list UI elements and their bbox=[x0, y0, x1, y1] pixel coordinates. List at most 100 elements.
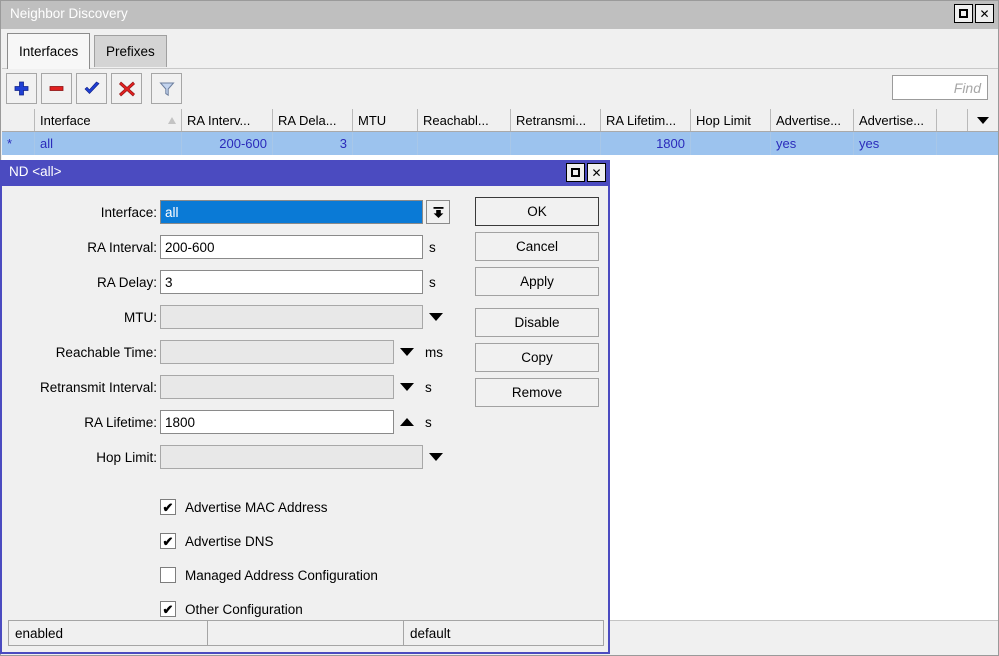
funnel-icon bbox=[158, 80, 176, 98]
column-header-ra-lifetime[interactable]: RA Lifetim... bbox=[601, 109, 691, 131]
checkbox-other-configuration[interactable]: ✔ Other Configuration bbox=[160, 598, 303, 620]
status-enabled: enabled bbox=[8, 620, 208, 646]
tab-prefixes[interactable]: Prefixes bbox=[94, 35, 167, 67]
disable-button[interactable]: Disable bbox=[475, 308, 599, 337]
search-placeholder: Find bbox=[954, 80, 981, 96]
interface-dropdown-button[interactable] bbox=[426, 200, 450, 224]
cell-retransmit-interval bbox=[511, 132, 601, 155]
field-reachable-time-label: Reachable Time: bbox=[2, 339, 157, 365]
copy-button[interactable]: Copy bbox=[475, 343, 599, 372]
column-header-reachable-time[interactable]: Reachabl... bbox=[418, 109, 511, 131]
column-header-extra[interactable] bbox=[937, 109, 968, 131]
ra-interval-input[interactable]: 200-600 bbox=[160, 235, 423, 259]
minus-icon bbox=[48, 80, 65, 97]
retransmit-interval-dropdown-icon[interactable] bbox=[400, 383, 414, 391]
column-header-mtu[interactable]: MTU bbox=[353, 109, 418, 131]
search-input[interactable]: Find bbox=[892, 75, 988, 100]
checkbox-advertise-dns-box[interactable]: ✔ bbox=[160, 533, 176, 549]
toolbar: Find bbox=[2, 69, 998, 109]
window-titlebar: Neighbor Discovery ✕ bbox=[1, 1, 998, 29]
field-hop-limit: Hop Limit: bbox=[2, 444, 608, 470]
column-header-ra-interval[interactable]: RA Interv... bbox=[182, 109, 273, 131]
field-ra-delay-label: RA Delay: bbox=[2, 269, 157, 295]
interface-input[interactable]: all bbox=[160, 200, 423, 224]
dialog-statusbar: enabled default bbox=[8, 620, 604, 646]
tab-strip: Interfaces Prefixes bbox=[2, 29, 998, 69]
dialog-title: ND <all> bbox=[9, 164, 62, 179]
ra-delay-value: 3 bbox=[165, 275, 173, 290]
ra-lifetime-unit: s bbox=[425, 409, 432, 435]
column-header-flag[interactable] bbox=[2, 109, 35, 131]
apply-button[interactable]: Apply bbox=[475, 267, 599, 296]
status-default: default bbox=[403, 620, 604, 646]
add-button[interactable] bbox=[6, 73, 37, 104]
retransmit-interval-input[interactable] bbox=[160, 375, 394, 399]
ra-lifetime-spinner-up-icon[interactable] bbox=[400, 418, 414, 426]
restore-icon[interactable] bbox=[954, 4, 973, 23]
column-header-interface[interactable]: Interface bbox=[35, 109, 182, 131]
close-icon[interactable]: ✕ bbox=[587, 163, 606, 182]
checkbox-advertise-dns-label: Advertise DNS bbox=[185, 534, 274, 549]
checkbox-other-configuration-box[interactable]: ✔ bbox=[160, 601, 176, 617]
cell-mtu bbox=[353, 132, 418, 155]
ok-button[interactable]: OK bbox=[475, 197, 599, 226]
field-retransmit-interval-label: Retransmit Interval: bbox=[2, 374, 157, 400]
ra-lifetime-input[interactable]: 1800 bbox=[160, 410, 394, 434]
chevron-down-icon bbox=[977, 117, 989, 124]
cell-extra bbox=[937, 132, 998, 155]
dialog-body: Interface: all RA Interval: 200-600 s RA… bbox=[2, 186, 608, 616]
checkbox-managed-address-configuration[interactable]: Managed Address Configuration bbox=[160, 564, 378, 586]
checkbox-advertise-mac-address-label: Advertise MAC Address bbox=[185, 500, 328, 515]
ra-delay-unit: s bbox=[429, 269, 436, 295]
reachable-time-input[interactable] bbox=[160, 340, 394, 364]
check-icon bbox=[83, 80, 101, 98]
column-header-hop-limit[interactable]: Hop Limit bbox=[691, 109, 771, 131]
enable-button[interactable] bbox=[76, 73, 107, 104]
checkbox-advertise-mac-address[interactable]: ✔ Advertise MAC Address bbox=[160, 496, 328, 518]
restore-icon[interactable] bbox=[566, 163, 585, 182]
dialog-window-controls: ✕ bbox=[566, 163, 606, 182]
column-header-ra-delay[interactable]: RA Dela... bbox=[273, 109, 353, 131]
disable-button[interactable] bbox=[111, 73, 142, 104]
filter-button[interactable] bbox=[151, 73, 182, 104]
cross-icon bbox=[118, 80, 136, 98]
plus-icon bbox=[13, 80, 30, 97]
close-icon[interactable]: ✕ bbox=[975, 4, 994, 23]
column-menu-button[interactable] bbox=[968, 109, 998, 131]
hop-limit-input[interactable] bbox=[160, 445, 423, 469]
field-ra-lifetime: RA Lifetime: 1800 s bbox=[2, 409, 608, 435]
column-header-advertise-dns[interactable]: Advertise... bbox=[854, 109, 937, 131]
cell-advertise-mac: yes bbox=[771, 132, 854, 155]
column-header-interface-label: Interface bbox=[40, 113, 91, 128]
field-ra-lifetime-label: RA Lifetime: bbox=[2, 409, 157, 435]
field-hop-limit-label: Hop Limit: bbox=[2, 444, 157, 470]
field-ra-interval-label: RA Interval: bbox=[2, 234, 157, 260]
table-row[interactable]: * all 200-600 3 1800 yes yes bbox=[2, 132, 998, 155]
remove-button[interactable] bbox=[41, 73, 72, 104]
column-header-advertise-mac[interactable]: Advertise... bbox=[771, 109, 854, 131]
mtu-dropdown-icon[interactable] bbox=[429, 313, 443, 321]
hop-limit-dropdown-icon[interactable] bbox=[429, 453, 443, 461]
checkbox-managed-address-configuration-label: Managed Address Configuration bbox=[185, 568, 378, 583]
mtu-input[interactable] bbox=[160, 305, 423, 329]
tab-prefixes-label: Prefixes bbox=[106, 44, 155, 59]
nd-dialog: ND <all> ✕ Interface: all RA Interval: 2 bbox=[0, 162, 610, 654]
reachable-time-unit: ms bbox=[425, 339, 443, 365]
reachable-time-dropdown-icon[interactable] bbox=[400, 348, 414, 356]
checkbox-advertise-mac-address-box[interactable]: ✔ bbox=[160, 499, 176, 515]
ra-delay-input[interactable]: 3 bbox=[160, 270, 423, 294]
checkbox-managed-address-configuration-box[interactable] bbox=[160, 567, 176, 583]
tab-interfaces[interactable]: Interfaces bbox=[7, 33, 90, 69]
status-middle bbox=[207, 620, 404, 646]
window-controls: ✕ bbox=[954, 4, 994, 23]
cancel-button[interactable]: Cancel bbox=[475, 232, 599, 261]
dialog-titlebar: ND <all> ✕ bbox=[0, 160, 610, 186]
retransmit-interval-unit: s bbox=[425, 374, 432, 400]
cell-hop-limit bbox=[691, 132, 771, 155]
remove-button[interactable]: Remove bbox=[475, 378, 599, 407]
checkbox-other-configuration-label: Other Configuration bbox=[185, 602, 303, 617]
checkbox-advertise-dns[interactable]: ✔ Advertise DNS bbox=[160, 530, 274, 552]
cell-flag: * bbox=[2, 132, 35, 155]
column-header-retransmit-interval[interactable]: Retransmi... bbox=[511, 109, 601, 131]
cell-ra-interval: 200-600 bbox=[182, 132, 273, 155]
